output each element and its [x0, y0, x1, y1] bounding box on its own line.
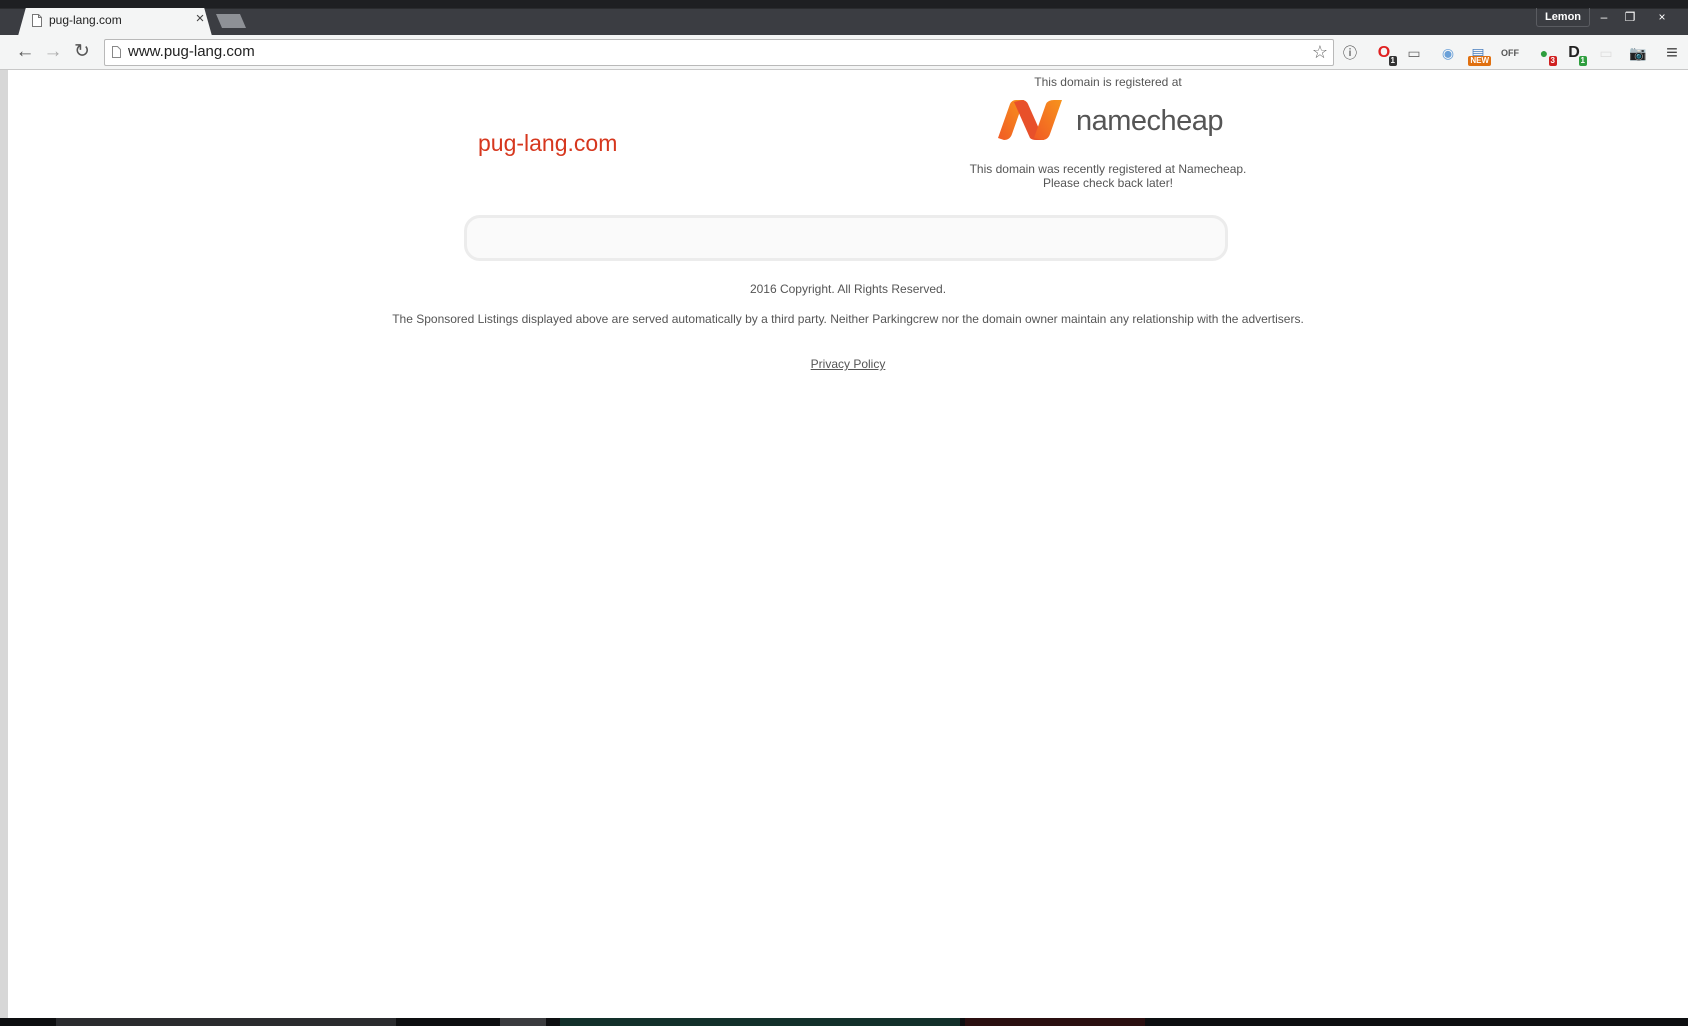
taskbar-item[interactable]: [560, 1018, 960, 1026]
taskbar-item[interactable]: [56, 1018, 396, 1026]
page-icon: [32, 14, 42, 27]
url-text[interactable]: www.pug-lang.com: [128, 43, 255, 60]
close-window-icon[interactable]: ×: [1650, 8, 1674, 26]
notice-line-1: This domain was recently registered at N…: [969, 162, 1247, 176]
back-icon[interactable]: ←: [14, 42, 36, 62]
sponsored-listings-box[interactable]: [464, 215, 1228, 261]
extension-badge: 3: [1548, 56, 1557, 66]
blank-extension-icon[interactable]: ▭: [1596, 43, 1616, 63]
restore-icon[interactable]: ❐: [1618, 8, 1642, 26]
namecheap-mark-icon: [998, 100, 1062, 140]
bookmark-star-icon[interactable]: ☆: [1312, 41, 1328, 63]
cast-extension-icon[interactable]: ▭: [1404, 43, 1424, 63]
forward-icon[interactable]: →: [42, 42, 64, 62]
registered-at-label: This domain is registered at: [1034, 75, 1182, 89]
extension-badge: NEW: [1468, 56, 1491, 66]
green-extension-icon[interactable]: ● 3: [1534, 43, 1557, 66]
news-extension-icon[interactable]: ▤ NEW: [1468, 43, 1491, 66]
page-content: pug-lang.com This domain is registered a…: [8, 70, 1688, 1018]
copyright-text: 2016 Copyright. All Rights Reserved.: [749, 282, 947, 296]
window-frame: [0, 0, 1688, 8]
namecheap-wordmark: namecheap: [1076, 105, 1224, 137]
privacy-policy: Privacy Policy: [8, 357, 1688, 371]
opera-extension-icon[interactable]: O1: [1374, 43, 1397, 66]
page-icon: [112, 46, 121, 58]
info-extension-icon[interactable]: ⓘ: [1340, 43, 1360, 63]
notice-line-2: Please check back later!: [1042, 176, 1174, 190]
minimize-icon[interactable]: –: [1592, 8, 1616, 26]
disclaimer-text: The Sponsored Listings displayed above a…: [392, 312, 1304, 326]
screenshot-extension-icon[interactable]: 📷: [1628, 43, 1648, 63]
taskbar-item[interactable]: [965, 1018, 1145, 1026]
d-extension-icon[interactable]: D1: [1564, 43, 1587, 66]
menu-icon[interactable]: ≡: [1662, 43, 1682, 63]
off-extension-icon[interactable]: OFF: [1500, 43, 1520, 63]
extension-badge: 1: [1578, 56, 1587, 66]
tab-active[interactable]: pug-lang.com ×: [18, 8, 212, 36]
title-bar: [0, 8, 1688, 35]
address-bar[interactable]: www.pug-lang.com ☆: [104, 39, 1334, 66]
tab-title: pug-lang.com: [49, 13, 122, 27]
reload-icon[interactable]: ↻: [71, 42, 93, 62]
namecheap-logo[interactable]: namecheap: [988, 98, 1224, 148]
domain-name: pug-lang.com: [478, 130, 618, 156]
privacy-policy-link[interactable]: Privacy Policy: [811, 357, 886, 371]
taskbar-item[interactable]: [500, 1018, 546, 1026]
camera-extension-icon[interactable]: ◉: [1438, 43, 1458, 63]
registration-notice: This domain was recently registered at N…: [948, 162, 1268, 190]
profile-button[interactable]: Lemon: [1536, 8, 1590, 27]
taskbar: [0, 1018, 1688, 1026]
browser-toolbar: ← → ↻ www.pug-lang.com ☆ ⓘ O 1 ▭ ◉ ▤ NEW OFF ● 3 D…: [0, 35, 1688, 70]
extension-badge: 1: [1388, 56, 1397, 66]
window-left-edge: [0, 70, 8, 1018]
